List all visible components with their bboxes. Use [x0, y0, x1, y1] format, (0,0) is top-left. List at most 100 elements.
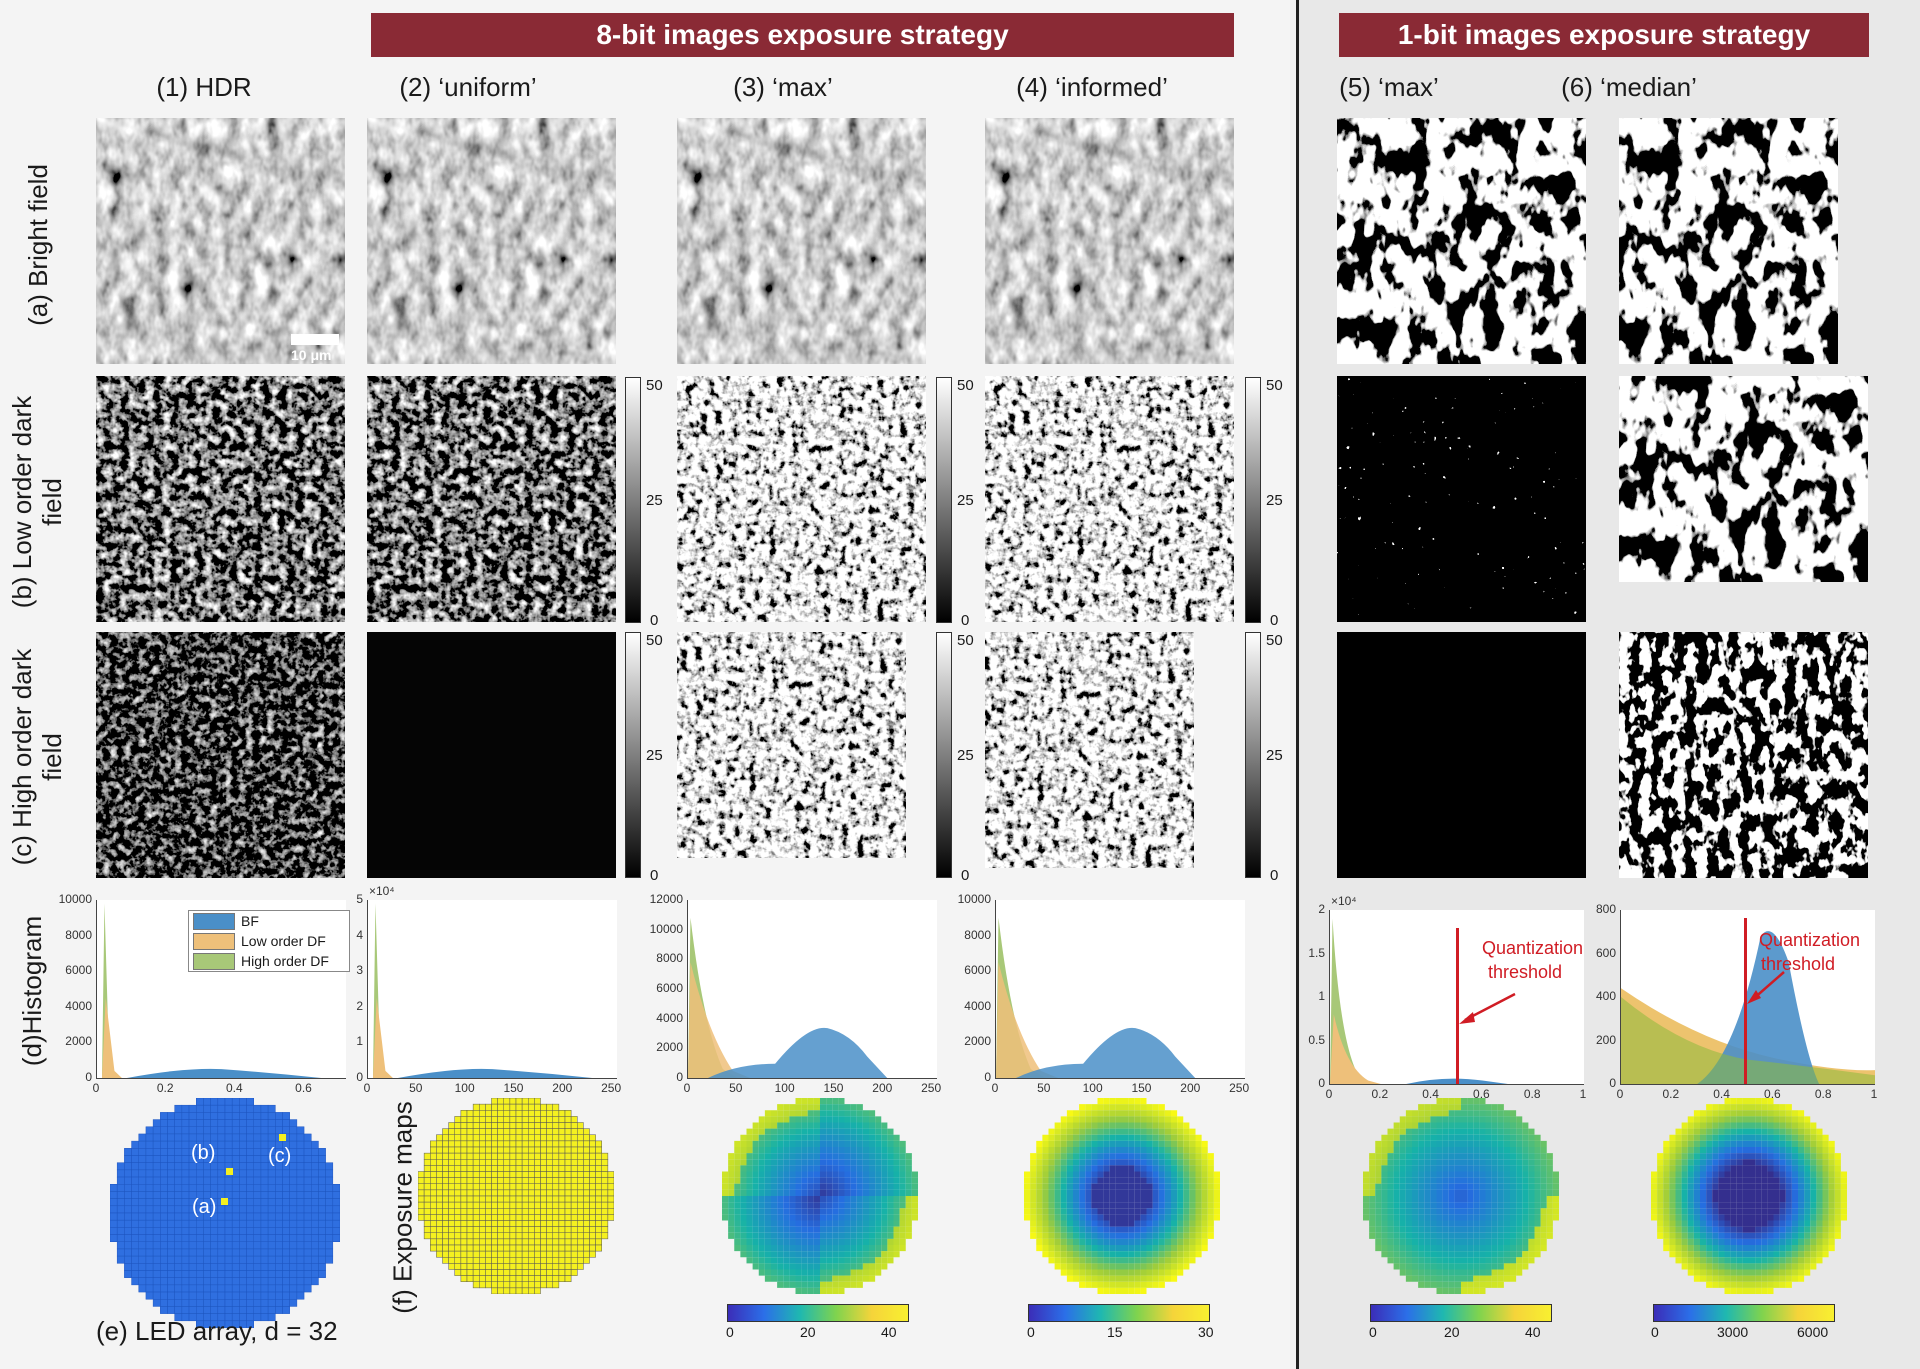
image-bright-1bit-max — [1337, 118, 1586, 364]
hcolorbar-tick: 0 — [1027, 1324, 1035, 1340]
colorbar-tick: 25 — [1266, 747, 1283, 764]
histogram-y-tick: 2 — [356, 998, 363, 1013]
threshold-arrow-max — [1459, 992, 1516, 1024]
histogram-y-tick: 1 — [1318, 989, 1325, 1003]
exposure-map-1bit-max — [1363, 1098, 1559, 1294]
series-bf — [707, 1027, 888, 1078]
histogram-x-tick: 100 — [774, 1081, 795, 1095]
led-array-label: (e) LED array, d = 32 — [96, 1316, 338, 1346]
histogram-y-tick: 6000 — [65, 963, 92, 978]
colorbar-tick: 50 — [1266, 377, 1283, 394]
image-bright-informed — [985, 118, 1234, 364]
image-low-median — [1619, 376, 1868, 582]
histogram-plot-3 — [687, 900, 937, 1079]
led-dot-b — [226, 1168, 233, 1175]
exposure-map-max — [722, 1098, 918, 1294]
histogram-y-tick: 4000 — [964, 998, 991, 1013]
histogram-y-tick: 12000 — [649, 892, 683, 906]
histogram-y-tick: 2000 — [656, 1040, 683, 1055]
exposure-colorbar-median — [1653, 1304, 1835, 1322]
histogram-x-tick: 50 — [729, 1081, 743, 1095]
colorbar-tick: 50 — [957, 377, 974, 394]
histogram-x-tick: 250 — [1229, 1081, 1250, 1095]
banner-1bit-text: 1-bit images exposure strategy — [1397, 19, 1811, 50]
image-high-max — [677, 632, 906, 858]
histogram-y-tick: 200 — [1595, 1032, 1616, 1047]
scale-bar — [291, 334, 339, 345]
row-label-high-order: (c) High order dark field — [7, 648, 67, 866]
image-high-uniform — [367, 632, 616, 878]
hcolorbar-tick: 30 — [1198, 1324, 1214, 1340]
led-dot-a — [221, 1198, 228, 1205]
image-high-median — [1619, 632, 1868, 878]
image-bright-hdr — [96, 118, 345, 364]
histogram-y-tick: 1.5 — [1308, 945, 1325, 960]
colorbar-tick: 50 — [1266, 632, 1283, 649]
legend-label-bf: BF — [241, 913, 259, 929]
image-low-informed — [985, 376, 1234, 622]
histogram-plot-4 — [995, 900, 1245, 1079]
histogram-y-tick: 4000 — [656, 1010, 683, 1025]
histogram-y-tick: 6000 — [656, 981, 683, 995]
legend-swatch-low — [193, 932, 235, 950]
colorbar-tick: 50 — [646, 632, 663, 649]
colorbar-tick: 25 — [646, 492, 663, 509]
colorbar-low-2 — [936, 377, 952, 623]
hcolorbar-tick: 6000 — [1797, 1324, 1829, 1340]
legend-swatch-bf — [193, 912, 235, 930]
histogram-y-tick: 2 — [1318, 902, 1325, 916]
colorbar-tick: 0 — [961, 867, 970, 884]
column-title-1bit-max: (5) ‘max’ — [1339, 72, 1439, 102]
histogram-x-tick: 100 — [454, 1081, 475, 1095]
image-high-informed — [985, 632, 1194, 868]
colorbar-tick: 50 — [646, 377, 663, 394]
histogram-x-tick: 150 — [1131, 1081, 1152, 1095]
threshold-label-max: Quantization threshold — [1482, 938, 1584, 982]
colorbar-high-3 — [1245, 632, 1261, 878]
image-low-max — [677, 376, 926, 622]
panel-divider — [1296, 0, 1299, 1369]
column-title-hdr: (1) HDR — [156, 72, 252, 102]
colorbar-low-1 — [625, 377, 641, 623]
image-low-uniform — [367, 376, 616, 622]
histogram-x-tick: 250 — [601, 1081, 622, 1095]
hcolorbar-tick: 20 — [1444, 1324, 1460, 1340]
hcolorbar-tick: 0 — [1651, 1324, 1659, 1340]
hcolorbar-tick: 0 — [726, 1324, 734, 1340]
image-high-1bit-max — [1337, 632, 1586, 878]
histogram-x-tick: 200 — [1180, 1081, 1201, 1095]
histogram-y-tick: 400 — [1595, 989, 1616, 1003]
histogram-y-tick: 10000 — [58, 892, 92, 906]
image-low-1bit-max — [1337, 376, 1586, 622]
histogram-y-tick: 1 — [356, 1034, 363, 1049]
image-low-hdr — [96, 376, 345, 622]
histogram-plot-2 — [367, 900, 617, 1079]
exposure-map-median — [1651, 1098, 1847, 1294]
histogram-x-tick: 0 — [92, 1081, 100, 1095]
histogram-y-tick: 10000 — [957, 892, 991, 906]
histogram-x-tick: 150 — [823, 1081, 844, 1095]
hcolorbar-tick: 3000 — [1717, 1324, 1749, 1340]
series-bf — [1015, 1027, 1196, 1078]
column-title-uniform: (2) ‘uniform’ — [399, 72, 537, 102]
histogram-y-tick: 0.5 — [1308, 1032, 1325, 1047]
series-bf — [126, 1068, 322, 1078]
histogram-x-tick: 0 — [363, 1081, 371, 1095]
exposure-maps-label: (f) Exposure maps — [387, 1101, 418, 1314]
led-array-map — [110, 1098, 340, 1328]
colorbar-tick: 0 — [650, 867, 659, 884]
led-marker-a: (a) — [192, 1196, 217, 1218]
histogram-x-tick: 0.6 — [295, 1081, 312, 1095]
exposure-colorbar-max — [727, 1304, 909, 1322]
banner-8bit: 8-bit images exposure strategy — [371, 13, 1234, 57]
histogram-x-tick: 200 — [552, 1081, 573, 1095]
colorbar-tick: 25 — [646, 747, 663, 764]
banner-1bit: 1-bit images exposure strategy — [1339, 13, 1869, 57]
hcolorbar-tick: 40 — [881, 1324, 897, 1340]
colorbar-high-2 — [936, 632, 952, 878]
image-bright-uniform — [367, 118, 616, 364]
hcolorbar-tick: 15 — [1107, 1324, 1123, 1340]
histogram-x-tick: 0 — [683, 1081, 691, 1095]
histogram-y-tick: 5 — [356, 892, 363, 906]
histogram-y-tick: 2000 — [65, 1034, 92, 1049]
